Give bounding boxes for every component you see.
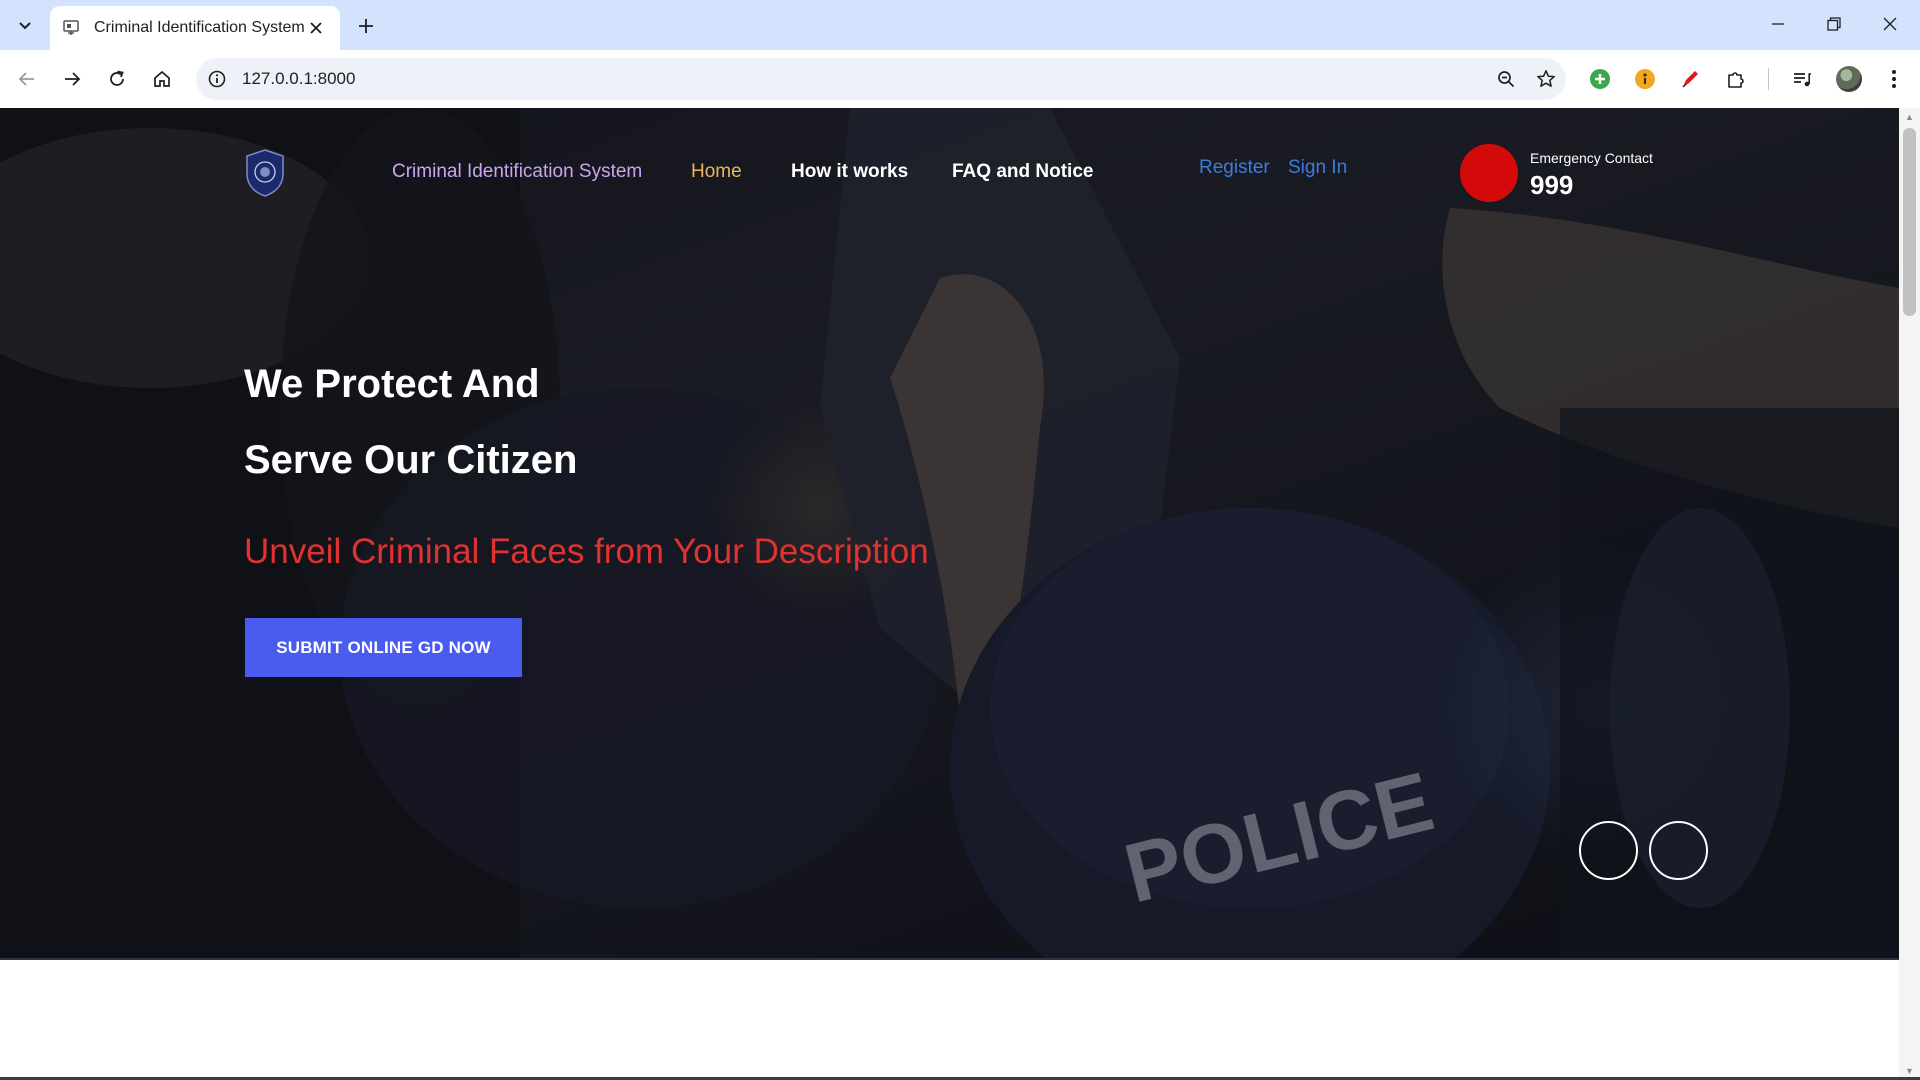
media-icon[interactable]: [1788, 65, 1816, 93]
toolbar-separator: [1768, 68, 1769, 90]
reload-button[interactable]: [99, 61, 135, 97]
window-close-icon: [1883, 17, 1897, 31]
hero-section: POLICE Criminal Identification System Ho…: [0, 108, 1899, 960]
home-icon: [154, 70, 170, 87]
nav-link-faq-notice[interactable]: FAQ and Notice: [952, 161, 1093, 183]
hero-headline-line-2: Serve Our Citizen: [244, 438, 578, 482]
url-text[interactable]: 127.0.0.1:8000: [238, 69, 1486, 89]
sign-in-link[interactable]: Sign In: [1288, 157, 1347, 179]
zoom-icon[interactable]: [1486, 58, 1526, 100]
page-viewport: POLICE Criminal Identification System Ho…: [0, 108, 1899, 1080]
restore-button[interactable]: [1806, 0, 1862, 48]
submit-online-gd-button[interactable]: SUBMIT ONLINE GD NOW: [245, 618, 522, 677]
restore-icon: [1827, 17, 1841, 31]
police-badge-logo[interactable]: [244, 148, 286, 198]
chevron-down-icon: [19, 22, 31, 30]
reload-icon: [110, 70, 124, 86]
emergency-contact-label: Emergency Contact: [1530, 150, 1653, 166]
tab-title: Criminal Identification System: [94, 19, 305, 36]
emergency-contact-number[interactable]: 999: [1530, 170, 1573, 201]
home-button[interactable]: [144, 61, 180, 97]
back-button[interactable]: [9, 61, 45, 97]
carousel-next-button[interactable]: [1649, 821, 1708, 880]
favicon-icon: [62, 19, 80, 37]
minimize-button[interactable]: [1750, 0, 1806, 48]
star-icon[interactable]: [1526, 58, 1566, 100]
hero-headline-line-1: We Protect And: [244, 362, 540, 406]
hero-divider: [0, 958, 1899, 960]
forward-button[interactable]: [54, 61, 90, 97]
extension-pen-icon[interactable]: [1676, 65, 1704, 93]
address-bar[interactable]: 127.0.0.1:8000: [196, 58, 1566, 100]
nav-link-home[interactable]: Home: [691, 161, 742, 183]
browser-toolbar: 127.0.0.1:8000: [0, 50, 1920, 108]
browser-tab[interactable]: Criminal Identification System: [50, 6, 340, 50]
nav-link-how-it-works[interactable]: How it works: [791, 161, 908, 183]
carousel-prev-button[interactable]: [1579, 821, 1638, 880]
tab-search-button[interactable]: [8, 10, 42, 40]
more-icon[interactable]: [1880, 65, 1908, 93]
hero-subheadline: Unveil Criminal Faces from Your Descript…: [244, 532, 929, 571]
plus-icon: [359, 19, 373, 33]
page-scrollbar[interactable]: ▲ ▼: [1899, 108, 1920, 1080]
back-icon: [18, 72, 34, 86]
info-icon[interactable]: [196, 58, 238, 100]
window-close-button[interactable]: [1862, 0, 1918, 48]
extension-yellow-icon[interactable]: [1631, 65, 1659, 93]
forward-icon: [65, 72, 81, 86]
scrollbar-thumb[interactable]: [1903, 128, 1916, 316]
minimize-icon: [1772, 23, 1784, 25]
scroll-up-arrow-icon[interactable]: ▲: [1899, 108, 1920, 126]
close-icon[interactable]: [305, 16, 328, 40]
register-link[interactable]: Register: [1199, 157, 1270, 179]
browser-tab-strip: Criminal Identification System: [0, 0, 1920, 50]
site-brand[interactable]: Criminal Identification System: [392, 161, 642, 183]
avatar[interactable]: [1836, 66, 1862, 92]
extension-green-icon[interactable]: [1586, 65, 1614, 93]
puzzle-icon[interactable]: [1722, 65, 1750, 93]
new-tab-button[interactable]: [350, 10, 382, 42]
emergency-phone-icon: [1460, 144, 1518, 202]
